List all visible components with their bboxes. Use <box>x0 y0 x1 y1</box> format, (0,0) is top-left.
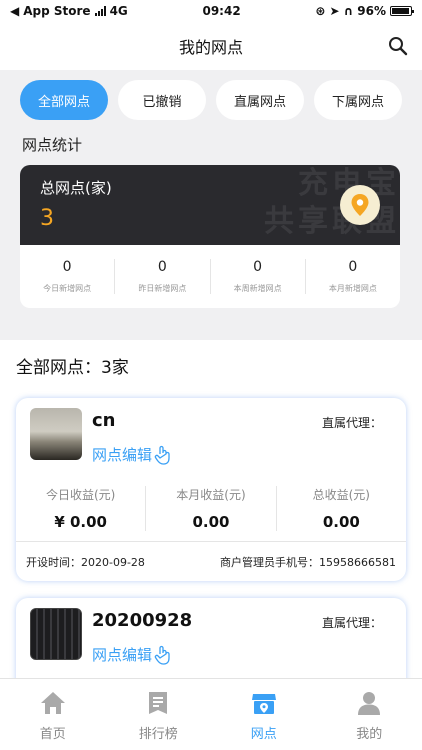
status-left: ◀ App Store 4G <box>10 4 128 18</box>
stat-week-new: 0 本周新增网点 <box>211 259 306 294</box>
manager-phone: 商户管理员手机号：15958666581 <box>220 555 396 569</box>
store-icon <box>251 694 276 714</box>
stat-value: 0 <box>157 259 167 275</box>
status-right: ⊛ ➤ ∩ 96% <box>315 4 414 18</box>
status-time: 09:42 <box>202 4 241 18</box>
location-icon: ➤ <box>329 4 340 18</box>
user-icon <box>358 692 381 715</box>
back-to-app-icon[interactable]: ◀ <box>10 4 19 18</box>
outlet-name: cn <box>92 410 116 431</box>
battery-icon <box>389 6 414 16</box>
stat-month-new: 0 本月新增网点 <box>306 259 400 294</box>
signal-icon <box>94 6 106 16</box>
tab-revoked[interactable]: 已撤销 <box>118 80 206 120</box>
tab-home[interactable]: 首页 <box>0 679 106 750</box>
total-outlets-label: 总网点(家) <box>40 179 112 197</box>
earning-caption: 总收益(元) <box>312 488 370 502</box>
earning-caption: 今日收益(元) <box>45 488 116 502</box>
tap-hand-icon <box>154 445 170 465</box>
earning-value: 0.00 <box>192 513 230 531</box>
status-bar: ◀ App Store 4G 09:42 ⊛ ➤ ∩ 96% <box>0 0 422 22</box>
bottom-tab-bar: 首页 排行榜 网点 我的 <box>0 678 422 750</box>
filter-tabs: 全部网点 已撤销 直属网点 下属网点 <box>20 80 402 120</box>
page-title: 我的网点 <box>178 38 243 57</box>
stat-value: 0 <box>62 259 72 275</box>
earning-value: ¥ 0.00 <box>54 513 107 531</box>
outlet-agent-label: 直属代理： <box>321 616 382 630</box>
location-pin-icon <box>340 185 380 225</box>
stat-value: 0 <box>253 259 263 275</box>
outlet-list-title: 全部网点：3家 <box>16 358 129 378</box>
tab-mine[interactable]: 我的 <box>317 679 422 750</box>
top-area: 全部网点 已撤销 直属网点 下属网点 网点统计 充电宝 共享联盟 总网点(家) … <box>0 70 422 340</box>
earning-value: 0.00 <box>322 513 360 531</box>
tab-label: 首页 <box>39 727 66 742</box>
outlet-edit-link[interactable]: 网点编辑 <box>92 444 172 465</box>
outlet-card-header: cn 直属代理： 网点编辑 <box>16 398 406 474</box>
tab-ranking[interactable]: 排行榜 <box>106 679 212 750</box>
ranking-icon <box>149 692 168 714</box>
earning-today: 今日收益(元) ¥ 0.00 <box>16 486 147 531</box>
tab-label: 网点 <box>250 727 277 742</box>
tab-label: 我的 <box>356 727 383 742</box>
earnings-row: 今日收益(元) ¥ 0.00 本月收益(元) 0.00 总收益(元) 0.00 <box>16 474 406 541</box>
tab-label: 排行榜 <box>138 727 178 742</box>
earning-total: 总收益(元) 0.00 <box>277 486 406 531</box>
outlet-agent-label: 直属代理： <box>321 416 382 430</box>
outlet-card-header: 20200928 直属代理： 网点编辑 <box>16 598 406 674</box>
edit-label: 网点编辑 <box>92 446 153 464</box>
orientation-lock-icon: ⊛ <box>315 4 326 18</box>
earning-caption: 本月收益(元) <box>176 488 246 502</box>
tab-all-outlets[interactable]: 全部网点 <box>20 80 108 120</box>
stat-caption: 今日新增网点 <box>43 284 92 293</box>
outlet-card[interactable]: cn 直属代理： 网点编辑 今日收益(元) ¥ 0.00 本月收益(元) 0.0… <box>16 398 406 581</box>
carrier-label[interactable]: App Store <box>23 4 90 18</box>
outlet-edit-link[interactable]: 网点编辑 <box>92 644 172 665</box>
edit-label: 网点编辑 <box>92 646 153 664</box>
battery-percent: 96% <box>357 4 386 18</box>
earning-month: 本月收益(元) 0.00 <box>146 486 277 531</box>
headphones-icon: ∩ <box>343 4 354 18</box>
tab-outlets[interactable]: 网点 <box>211 679 317 750</box>
stats-total-panel: 充电宝 共享联盟 总网点(家) 3 <box>20 165 400 245</box>
stat-caption: 本月新增网点 <box>328 284 377 293</box>
search-icon[interactable] <box>388 36 408 56</box>
outlet-card-footer: 开设时间：2020-09-28 商户管理员手机号：15958666581 <box>16 541 406 581</box>
outlet-thumbnail <box>30 408 82 460</box>
network-label: 4G <box>109 4 128 18</box>
stat-caption: 本周新增网点 <box>233 284 282 293</box>
home-icon <box>40 692 65 714</box>
stat-value: 0 <box>348 259 358 275</box>
stat-yesterday-new: 0 昨日新增网点 <box>115 259 211 294</box>
open-time: 开设时间：2020-09-28 <box>26 555 145 569</box>
nav-bar: 我的网点 <box>0 22 422 70</box>
tap-hand-icon <box>154 645 170 665</box>
outlet-name: 20200928 <box>92 610 193 631</box>
total-outlets-value: 3 <box>40 206 54 231</box>
stat-caption: 昨日新增网点 <box>138 284 187 293</box>
stats-card: 充电宝 共享联盟 总网点(家) 3 0 今日新增网点 0 昨日新增网点 0 本周… <box>20 165 400 308</box>
outlet-thumbnail <box>30 608 82 660</box>
tab-sub-outlets[interactable]: 下属网点 <box>314 80 402 120</box>
stats-section-title: 网点统计 <box>22 136 83 154</box>
tab-direct-outlets[interactable]: 直属网点 <box>216 80 304 120</box>
stats-row: 0 今日新增网点 0 昨日新增网点 0 本周新增网点 0 本月新增网点 <box>20 245 400 308</box>
stat-today-new: 0 今日新增网点 <box>20 259 116 294</box>
